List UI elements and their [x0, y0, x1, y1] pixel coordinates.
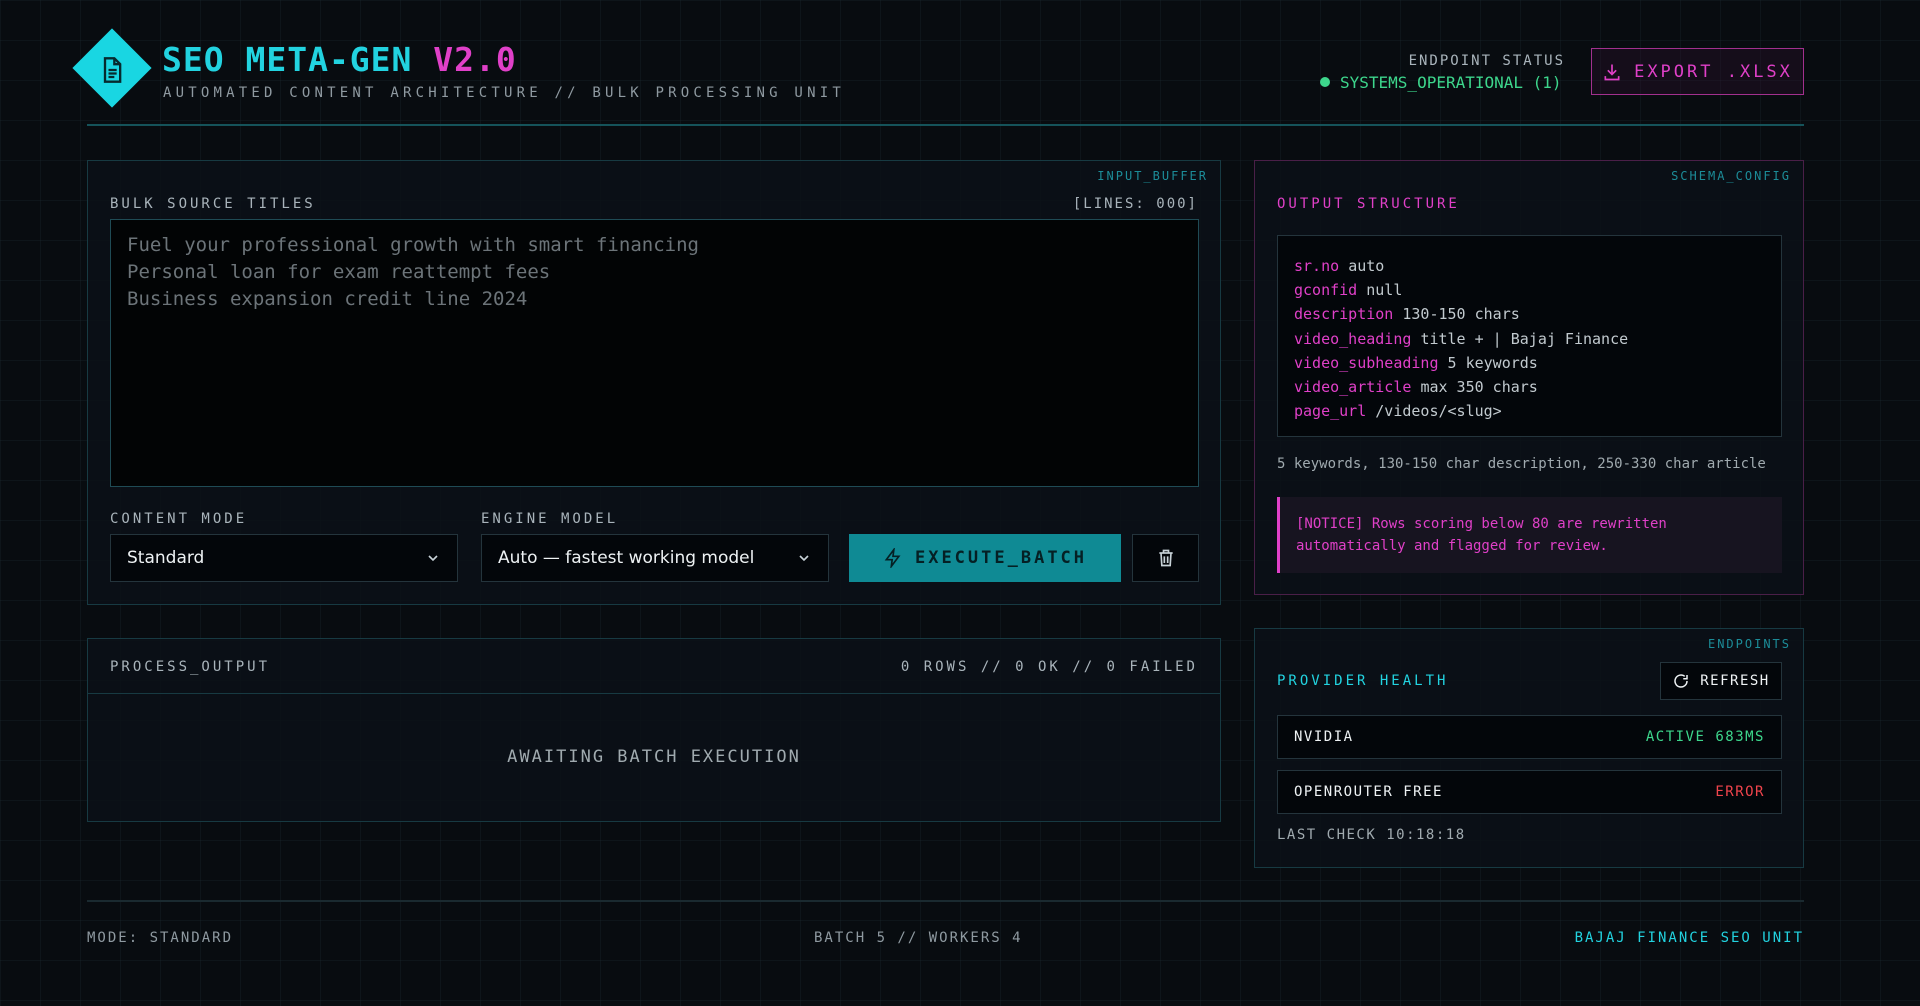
- title-version: V2.0: [433, 40, 517, 79]
- trash-icon: [1158, 549, 1173, 567]
- content-mode-value: Standard: [127, 548, 205, 568]
- footer-divider: [87, 900, 1804, 902]
- header-divider: [87, 124, 1804, 126]
- process-output-panel: PROCESS_OUTPUT 0 ROWS // 0 OK // 0 FAILE…: [87, 638, 1221, 822]
- schema-field: video_heading title + | Bajaj Finance: [1294, 329, 1629, 348]
- execute-batch-button[interactable]: EXECUTE_BATCH: [849, 534, 1121, 582]
- footer-unit: BAJAJ FINANCE SEO UNIT: [1574, 930, 1804, 946]
- schema-summary: 5 keywords, 130-150 char description, 25…: [1277, 456, 1766, 472]
- engine-model-label: ENGINE MODEL: [481, 511, 619, 527]
- provider-row-nvidia: NVIDIA ACTIVE 683MS: [1277, 715, 1782, 759]
- export-xlsx-button[interactable]: EXPORT .XLSX: [1591, 48, 1804, 95]
- refresh-label: REFRESH: [1700, 673, 1770, 689]
- schema-field: video_article max 350 chars: [1294, 378, 1538, 397]
- schema-fields: sr.no auto gconfid null description 130-…: [1277, 235, 1782, 437]
- page-title: SEO META-GEN V2.0: [162, 40, 517, 79]
- provider-row-openrouter: OPENROUTER FREE ERROR: [1277, 770, 1782, 814]
- status-dot-icon: [1320, 77, 1330, 87]
- schema-field: video_subheading 5 keywords: [1294, 353, 1538, 372]
- endpoint-status-label: ENDPOINT STATUS: [1408, 53, 1565, 69]
- output-stats: 0 ROWS // 0 OK // 0 FAILED: [900, 659, 1198, 675]
- provider-name: NVIDIA: [1294, 729, 1354, 745]
- output-structure-title: OUTPUT STRUCTURE: [1277, 196, 1460, 212]
- page-subtitle: AUTOMATED CONTENT ARCHITECTURE // BULK P…: [163, 85, 845, 101]
- footer-batch: BATCH 5 // WORKERS 4: [814, 930, 1023, 946]
- chevron-down-icon: [428, 555, 438, 562]
- provider-health-title: PROVIDER HEALTH: [1277, 673, 1449, 689]
- output-header: PROCESS_OUTPUT 0 ROWS // 0 OK // 0 FAILE…: [88, 639, 1220, 694]
- schema-field: page_url /videos/<slug>: [1294, 402, 1502, 421]
- process-output-label: PROCESS_OUTPUT: [110, 659, 271, 675]
- schema-config-tag: SCHEMA_CONFIG: [1671, 169, 1791, 183]
- notice-box: [NOTICE] Rows scoring below 80 are rewri…: [1277, 497, 1782, 573]
- endpoint-status: SYSTEMS_OPERATIONAL (1): [1320, 73, 1562, 92]
- input-buffer-tag: INPUT_BUFFER: [1097, 169, 1208, 183]
- schema-field: sr.no auto: [1294, 257, 1385, 275]
- input-panel: INPUT_BUFFER BULK SOURCE TITLES [LINES: …: [87, 160, 1221, 605]
- bolt-icon: [884, 548, 901, 568]
- content-mode-label: CONTENT MODE: [110, 511, 248, 527]
- export-label: EXPORT .XLSX: [1634, 61, 1793, 82]
- last-check: LAST CHECK 10:18:18: [1277, 827, 1466, 843]
- clear-button[interactable]: [1132, 534, 1199, 582]
- content-mode-select[interactable]: Standard: [110, 534, 458, 582]
- chevron-down-icon: [799, 555, 809, 562]
- engine-model-select[interactable]: Auto — fastest working model: [481, 534, 829, 582]
- engine-model-value: Auto — fastest working model: [498, 548, 755, 568]
- schema-field: description 130-150 chars: [1294, 305, 1520, 324]
- execute-label: EXECUTE_BATCH: [914, 548, 1088, 568]
- provider-status: ACTIVE 683MS: [1645, 729, 1765, 745]
- title-main: SEO META-GEN: [162, 40, 413, 79]
- schema-field: gconfid null: [1294, 281, 1403, 300]
- lines-counter: [LINES: 000]: [1072, 196, 1198, 212]
- provider-status: ERROR: [1715, 784, 1765, 800]
- provider-name: OPENROUTER FREE: [1294, 784, 1443, 800]
- schema-config-panel: SCHEMA_CONFIG OUTPUT STRUCTURE sr.no aut…: [1254, 160, 1804, 595]
- empty-state-message: AWAITING BATCH EXECUTION: [507, 747, 801, 767]
- footer-mode: MODE: STANDARD: [87, 930, 234, 946]
- document-icon: [103, 57, 122, 83]
- provider-health-panel: ENDPOINTS PROVIDER HEALTH REFRESH NVIDIA…: [1254, 628, 1804, 868]
- refresh-button[interactable]: REFRESH: [1660, 662, 1782, 700]
- bulk-source-label: BULK SOURCE TITLES: [110, 196, 316, 212]
- bulk-titles-input[interactable]: [110, 219, 1199, 487]
- refresh-icon: [1674, 674, 1688, 688]
- endpoint-status-value: SYSTEMS_OPERATIONAL (1): [1340, 73, 1562, 92]
- download-icon: [1604, 64, 1620, 80]
- endpoints-tag: ENDPOINTS: [1707, 637, 1791, 651]
